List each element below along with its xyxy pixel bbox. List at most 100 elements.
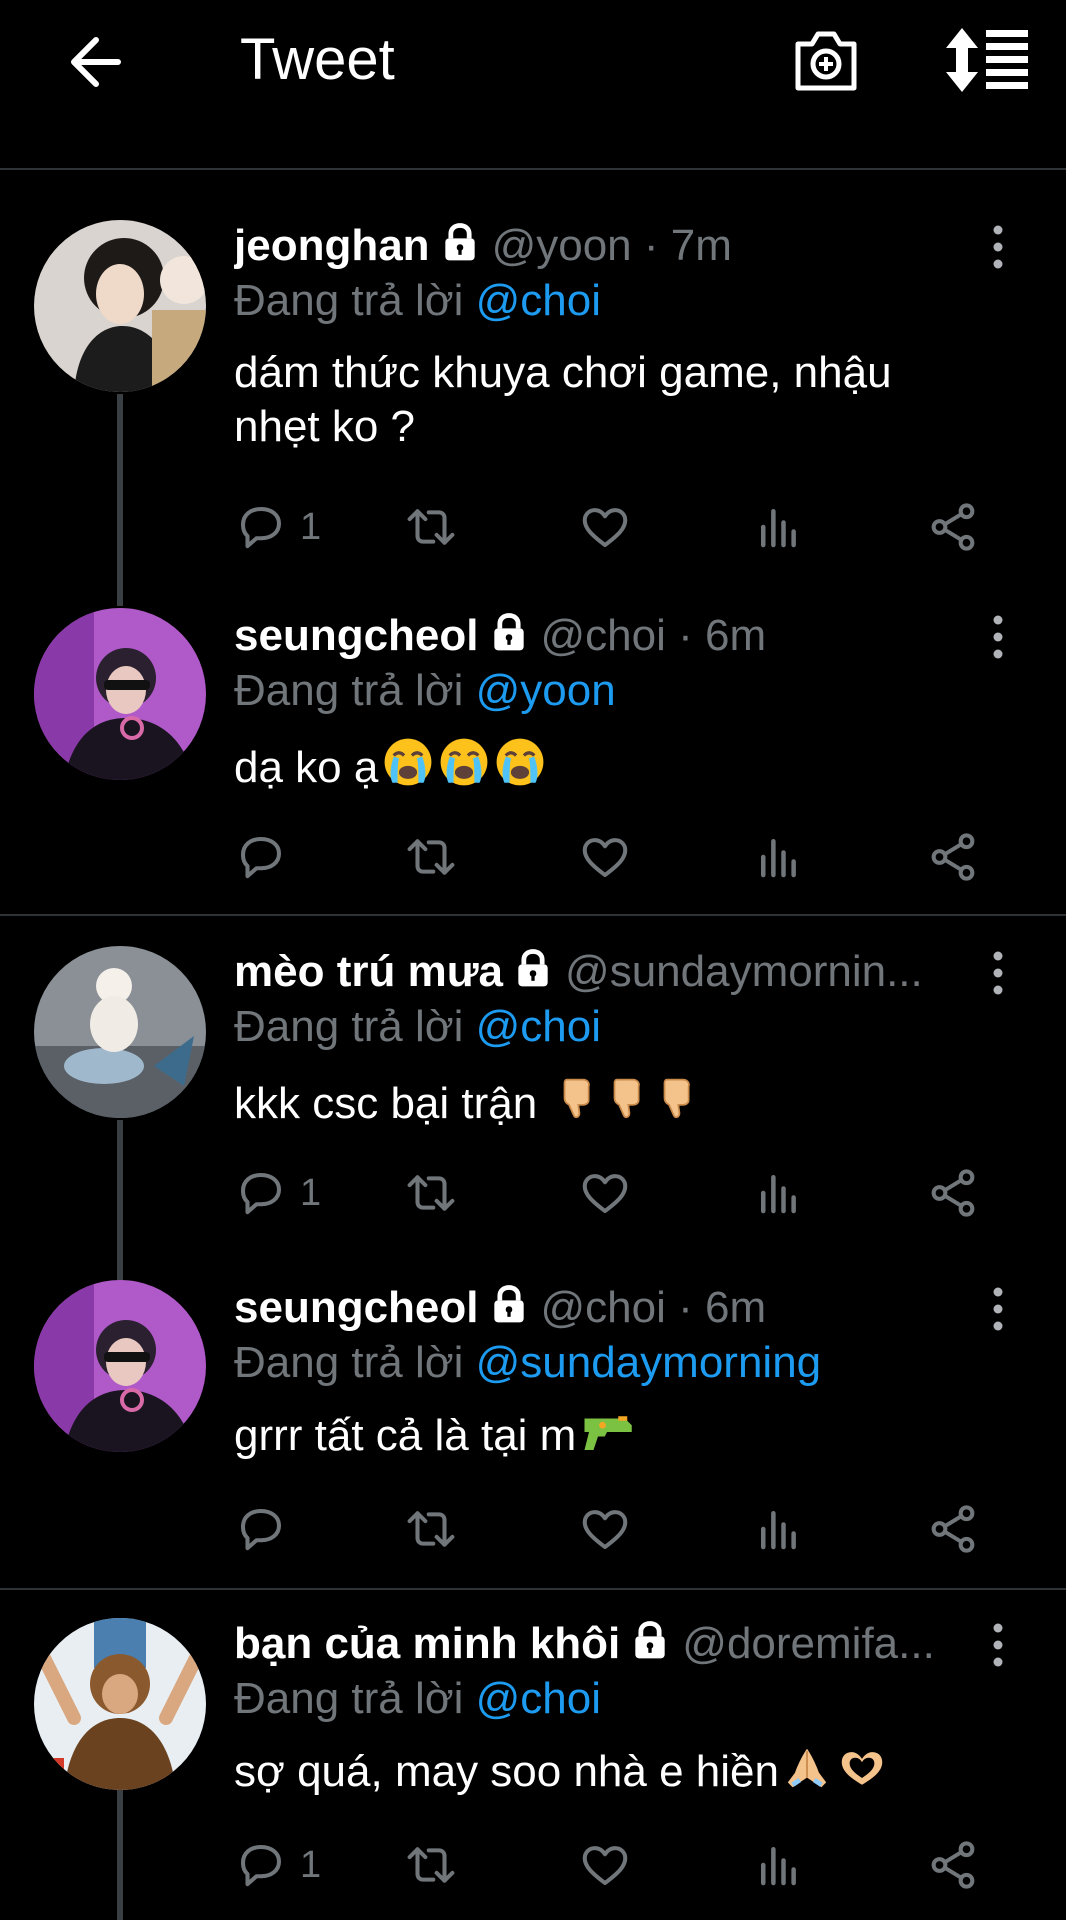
like-action[interactable] [578,1502,632,1556]
reply-mention[interactable]: @choi [476,1674,601,1723]
tweet-actions: 1 [234,500,994,560]
lock-icon [487,610,531,654]
tweet-text-line: dạ ko ạ [234,743,379,792]
more-options-icon[interactable] [986,1620,1010,1670]
crying-face-emoji [382,736,434,788]
avatar[interactable] [34,1618,206,1790]
reply-mention[interactable]: @choi [476,276,601,325]
crying-face-emoji [494,736,546,788]
lock-icon [511,946,555,990]
reply-mention[interactable]: @yoon [476,666,616,715]
tweet-actions: 1 [234,1166,994,1226]
reply-action[interactable]: 1 [234,500,321,554]
tweet[interactable]: jeonghan @yoon · 7m Đang trả lời @choi dá… [0,214,1066,594]
retweet-icon [404,1838,458,1892]
share-action[interactable] [926,830,980,884]
retweet-action[interactable] [404,1166,458,1220]
reply-icon [234,1166,288,1220]
lock-icon [487,1282,531,1326]
like-action[interactable] [578,1838,632,1892]
reply-context: Đang trả lời @sundaymorning [234,1338,821,1388]
like-action[interactable] [578,1166,632,1220]
analytics-icon [752,500,806,554]
handle-time: @sundaymornin... [565,947,923,996]
retweet-icon [404,1502,458,1556]
views-action[interactable] [752,1838,806,1892]
more-options-icon[interactable] [986,948,1010,998]
reply-prefix: Đang trả lời [234,666,464,715]
heart-icon [578,830,632,884]
avatar[interactable] [34,220,206,392]
avatar[interactable] [34,946,206,1118]
username[interactable]: seungcheol [234,1283,479,1332]
tweet-actions [234,830,994,890]
reply-action[interactable]: 1 [234,1838,321,1892]
reply-action[interactable]: 1 [234,1166,321,1220]
page-title: Tweet [240,27,395,92]
heart-hands-emoji [835,1746,889,1792]
heart-icon [578,500,632,554]
retweet-action[interactable] [404,830,458,884]
tweet-text: sợ quá, may soo nhà e hiền [234,1744,954,1799]
share-action[interactable] [926,1166,980,1220]
like-action[interactable] [578,500,632,554]
tweet-text-line: grrr tất cả là tại m [234,1411,577,1460]
retweet-icon [404,1166,458,1220]
avatar[interactable] [34,1280,206,1452]
heart-icon [578,1166,632,1220]
reply-mention[interactable]: @choi [476,1002,601,1051]
tweet-text-line: dám thức khuya chơi game, nhậu [234,348,892,397]
share-action[interactable] [926,1502,980,1556]
analytics-icon [752,1166,806,1220]
views-action[interactable] [752,1502,806,1556]
retweet-action[interactable] [404,1838,458,1892]
reply-prefix: Đang trả lời [234,1002,464,1051]
share-icon [926,500,980,554]
retweet-action[interactable] [404,500,458,554]
tweet-text-line: kkk csc bại trận [234,1079,538,1128]
tweet-text: kkk csc bại trận [234,1072,954,1131]
avatar[interactable] [34,608,206,780]
heart-icon [578,1502,632,1556]
reply-icon [234,830,288,884]
retweet-action[interactable] [404,1502,458,1556]
username[interactable]: mèo trú mưa [234,947,503,996]
username[interactable]: seungcheol [234,611,479,660]
reply-prefix: Đang trả lời [234,1674,464,1723]
share-action[interactable] [926,500,980,554]
views-action[interactable] [752,830,806,884]
reply-action[interactable] [234,1502,288,1556]
username[interactable]: bạn của minh khôi [234,1619,620,1668]
reply-mention[interactable]: @sundaymorning [476,1338,822,1387]
more-options-icon[interactable] [986,1284,1010,1334]
share-icon [926,830,980,884]
tweet-text: grrr tất cả là tại m [234,1408,954,1463]
analytics-icon [752,1838,806,1892]
tweet[interactable]: seungcheol @choi · 6m Đang trả lời @sunda… [0,1276,1066,1588]
reply-icon [234,1502,288,1556]
tweet[interactable]: mèo trú mưa @sundaymornin... Đang trả lời… [0,940,1066,1260]
views-action[interactable] [752,1166,806,1220]
sort-list-icon[interactable] [942,26,1030,94]
reply-count: 1 [300,1171,322,1214]
reply-context: Đang trả lời @yoon [234,666,616,716]
handle-time: @yoon · 7m [491,221,732,270]
crying-face-emoji [438,736,490,788]
share-icon [926,1166,980,1220]
reply-action[interactable] [234,830,288,884]
more-options-icon[interactable] [986,222,1010,272]
camera-plus-icon[interactable] [790,24,862,96]
views-action[interactable] [752,500,806,554]
more-options-icon[interactable] [986,612,1010,662]
like-action[interactable] [578,830,632,884]
tweet[interactable]: bạn của minh khôi @doremifa... Đang trả l… [0,1612,1066,1920]
retweet-icon [404,830,458,884]
username[interactable]: jeonghan [234,221,430,270]
tweet[interactable]: seungcheol @choi · 6m Đang trả lời @yoon … [0,604,1066,914]
analytics-icon [752,1502,806,1556]
reply-icon [234,500,288,554]
tweet-actions [234,1502,994,1562]
thumbs-down-emoji [653,1072,699,1124]
share-action[interactable] [926,1838,980,1892]
arrow-left-icon[interactable] [62,30,126,94]
